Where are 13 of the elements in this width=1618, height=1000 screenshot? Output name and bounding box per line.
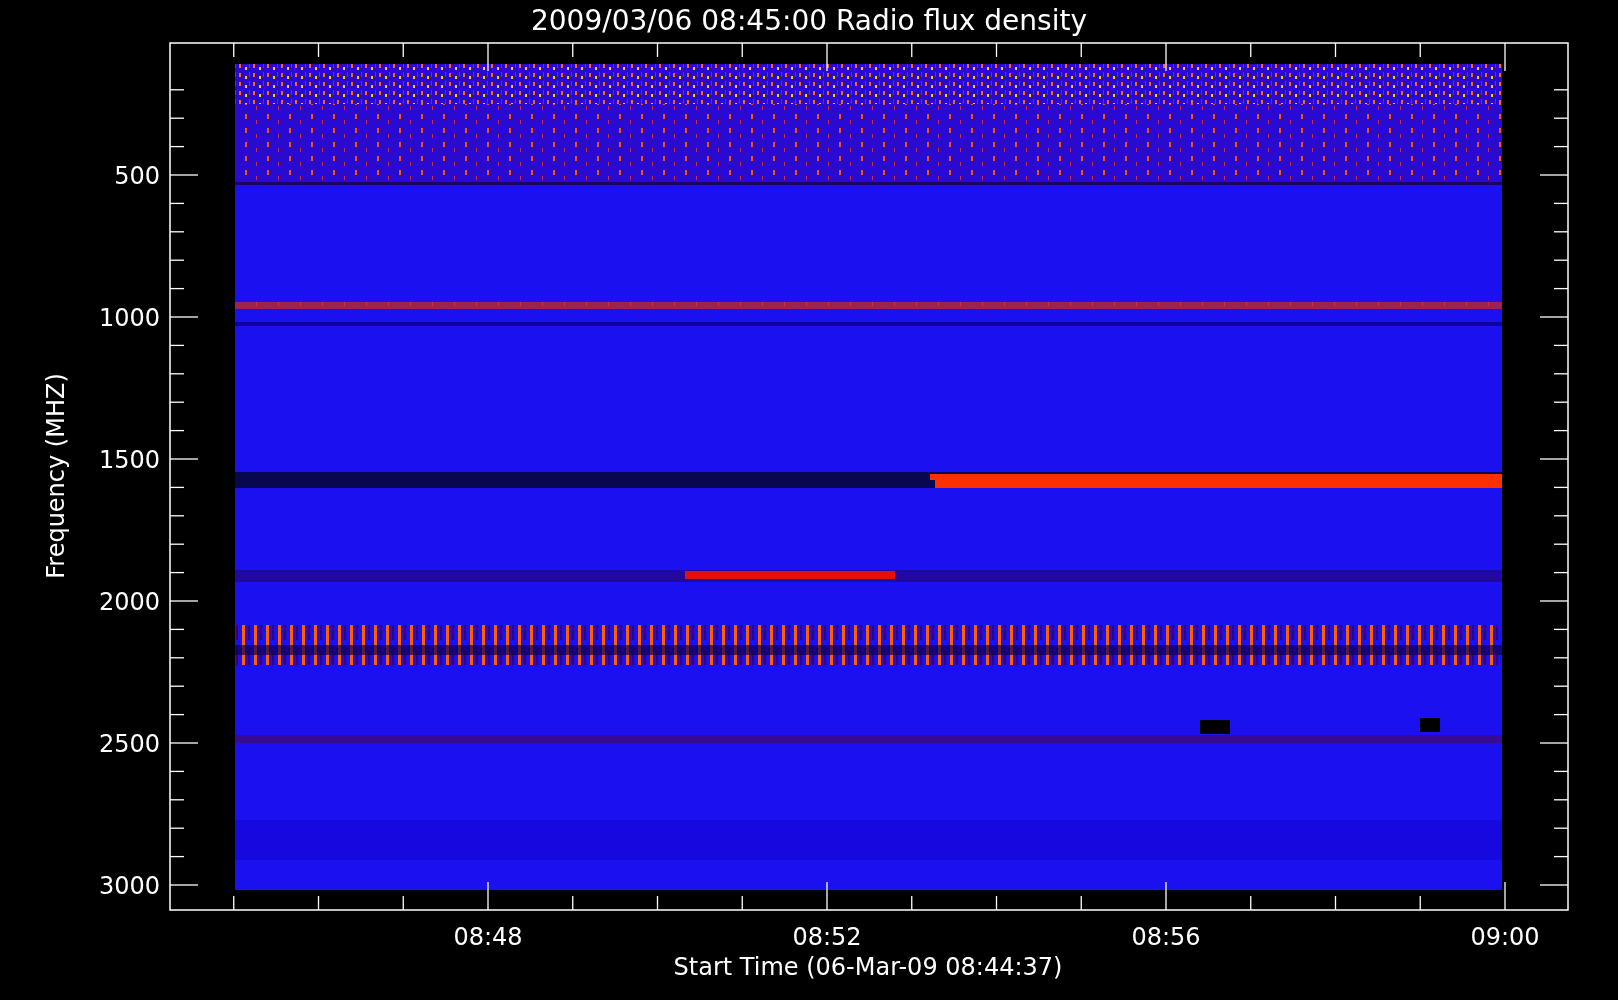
y-tick-label: 500 (114, 162, 160, 190)
x-tick-label: 09:00 (1470, 923, 1540, 951)
y-tick-label: 1000 (98, 304, 160, 332)
y-tick-label: 2000 (98, 588, 160, 616)
chart-title: 2009/03/06 08:45:00 Radio flux density (531, 4, 1087, 37)
y-axis-label: Frequency (MHZ) (42, 373, 70, 579)
x-axis-label: Start Time (06-Mar-09 08:44:37) (673, 953, 1063, 981)
y-tick-label: 3000 (98, 872, 160, 900)
x-tick-label: 08:56 (1131, 923, 1201, 951)
y-tick-label: 1500 (98, 446, 160, 474)
y-tick-label: 2500 (98, 730, 160, 758)
x-tick-label: 08:52 (792, 923, 862, 951)
x-tick-label: 08:48 (453, 923, 523, 951)
